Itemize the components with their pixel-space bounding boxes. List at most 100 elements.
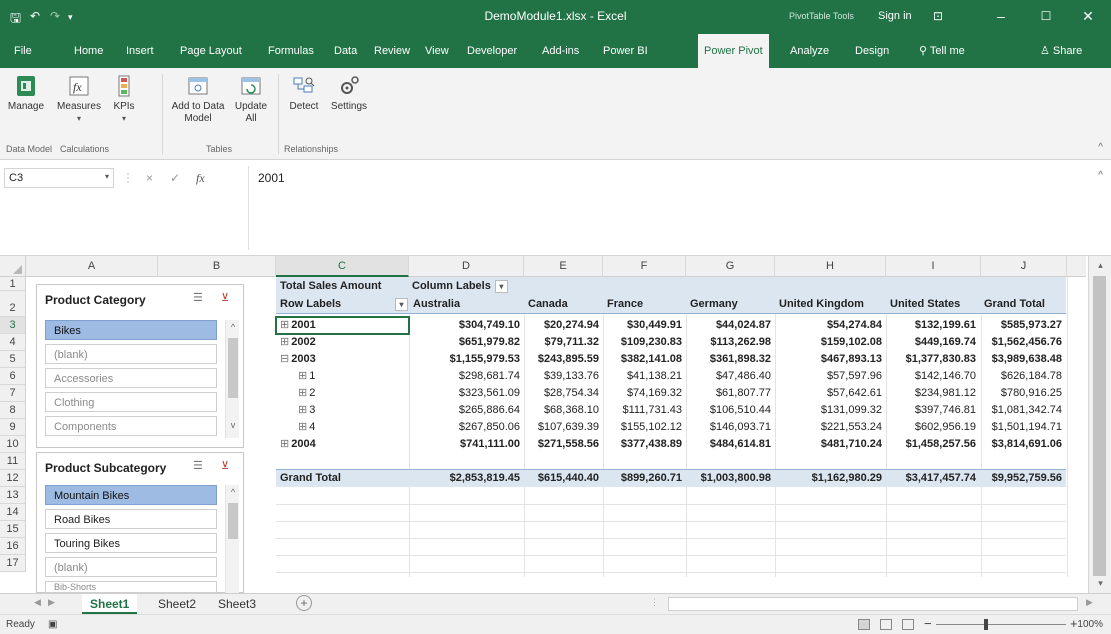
tab-splitter-icon[interactable]: ⋮	[650, 597, 659, 608]
pivot-value-cell[interactable]: $361,898.32	[651, 351, 771, 368]
row-labels-filter[interactable]: Row Labels ▾	[280, 296, 408, 313]
name-box[interactable]: C3 ▾	[4, 168, 114, 188]
page-layout-view-icon[interactable]	[880, 619, 892, 630]
sheet-tab-sheet2[interactable]: Sheet2	[150, 594, 204, 614]
column-header-h[interactable]: H	[775, 256, 886, 277]
tab-file[interactable]: File	[14, 34, 32, 68]
customize-qat-icon[interactable]: ▾	[68, 12, 73, 23]
row-header[interactable]: 7	[0, 385, 26, 402]
expand-icon[interactable]: ⊞	[298, 404, 307, 416]
tab-insert[interactable]: Insert	[126, 34, 154, 68]
minimize-icon[interactable]: ‒	[985, 0, 1017, 34]
slicer-item[interactable]: Clothing	[45, 392, 217, 412]
cancel-icon[interactable]: ×	[146, 171, 153, 185]
column-header-a[interactable]: A	[26, 256, 158, 277]
filter-dropdown-icon[interactable]: ▾	[395, 298, 408, 311]
kpis-button[interactable]: KPIs ▾	[108, 74, 140, 125]
row-header[interactable]: 3	[0, 317, 26, 334]
scroll-right-icon[interactable]: ▶	[1086, 597, 1093, 608]
slicer-item[interactable]: Bikes	[45, 320, 217, 340]
zoom-slider[interactable]	[936, 624, 1066, 625]
filter-dropdown-icon[interactable]: ▾	[494, 279, 508, 293]
column-header-i[interactable]: I	[886, 256, 981, 277]
pivot-row-label[interactable]: ⊞ 1	[298, 368, 315, 385]
chevron-down-icon[interactable]: v	[226, 420, 240, 430]
pivot-value-cell[interactable]: $44,024.87	[651, 317, 771, 334]
row-header[interactable]: 6	[0, 368, 26, 385]
column-header-e[interactable]: E	[524, 256, 603, 277]
collapse-ribbon-icon[interactable]: ^	[1098, 142, 1103, 153]
ribbon-display-icon[interactable]: ⊡	[922, 0, 954, 34]
measures-button[interactable]: fx Measures ▾	[52, 74, 106, 125]
scroll-thumb[interactable]	[1093, 276, 1106, 576]
tab-home[interactable]: Home	[74, 34, 103, 68]
sign-in-link[interactable]: Sign in	[878, 10, 912, 22]
slicer-item[interactable]: Bib-Shorts	[45, 581, 217, 593]
save-icon[interactable]: 🖫	[10, 9, 21, 31]
grand-total-cell[interactable]: $1,003,800.98	[651, 470, 771, 487]
pivot-row-label[interactable]: ⊞ 4	[298, 419, 315, 436]
row-header[interactable]: 1	[0, 277, 26, 291]
slicer-item[interactable]: Road Bikes	[45, 509, 217, 529]
sheet-tab-sheet1[interactable]: Sheet1	[82, 594, 138, 614]
pivot-row-label[interactable]: ⊞ 2	[298, 385, 315, 402]
pivot-value-cell[interactable]: $1,562,456.76	[942, 334, 1062, 351]
tab-design[interactable]: Design	[855, 34, 889, 68]
collapse-icon[interactable]: ⊟	[280, 353, 289, 365]
maximize-icon[interactable]: ☐	[1030, 0, 1062, 34]
multi-select-icon[interactable]: ☰	[193, 291, 203, 304]
close-icon[interactable]: ✕	[1072, 0, 1104, 34]
detect-button[interactable]: Detect	[284, 74, 324, 113]
clear-filter-icon[interactable]: ⊻	[221, 459, 229, 472]
sheet-tab-sheet3[interactable]: Sheet3	[210, 594, 264, 614]
pivot-value-cell[interactable]: $1,081,342.74	[942, 402, 1062, 419]
row-header[interactable]: 5	[0, 351, 26, 368]
pivot-value-cell[interactable]: $3,814,691.06	[942, 436, 1062, 453]
tab-analyze[interactable]: Analyze	[790, 34, 829, 68]
multi-select-icon[interactable]: ☰	[193, 459, 203, 472]
row-header[interactable]: 16	[0, 538, 26, 555]
slicer-item[interactable]: Mountain Bikes	[45, 485, 217, 505]
column-labels-filter[interactable]: Column Labels ▾	[412, 278, 508, 295]
share-button[interactable]: ♙ Share	[1040, 34, 1082, 68]
row-header[interactable]: 8	[0, 402, 26, 419]
add-to-data-model-button[interactable]: Add to Data Model	[168, 74, 228, 125]
pivot-row-label[interactable]: ⊞ 2002	[280, 334, 316, 351]
slicer-item[interactable]: Touring Bikes	[45, 533, 217, 553]
chevron-up-icon[interactable]: ^	[226, 322, 240, 332]
expand-icon[interactable]: ⊞	[280, 336, 289, 348]
macro-record-icon[interactable]: ▣	[48, 619, 57, 630]
pivot-row-label[interactable]: ⊟ 2003	[280, 351, 316, 368]
prev-sheet-icon[interactable]: ◀	[34, 597, 41, 608]
column-header-c[interactable]: C	[276, 256, 409, 277]
expand-icon[interactable]: ⊞	[298, 370, 307, 382]
row-header[interactable]: 13	[0, 487, 26, 504]
expand-icon[interactable]: ⊞	[298, 387, 307, 399]
tab-add-ins[interactable]: Add-ins	[542, 34, 579, 68]
slicer-item[interactable]: Components	[45, 416, 217, 436]
vertical-scrollbar[interactable]: ▴ ▾	[1088, 256, 1111, 593]
column-header-d[interactable]: D	[409, 256, 524, 277]
select-all-corner[interactable]	[0, 256, 26, 277]
row-header[interactable]: 12	[0, 470, 26, 487]
manage-button[interactable]: Manage	[6, 74, 46, 113]
page-break-view-icon[interactable]	[902, 619, 914, 630]
settings-button[interactable]: Settings	[328, 74, 370, 113]
horizontal-scrollbar[interactable]	[668, 597, 1078, 611]
next-sheet-icon[interactable]: ▶	[48, 597, 55, 608]
pivot-row-label[interactable]: ⊞ 2004	[280, 436, 316, 453]
expand-icon[interactable]: ⊞	[298, 421, 307, 433]
collapse-formula-bar-icon[interactable]: ^	[1098, 170, 1103, 181]
zoom-slider-thumb[interactable]	[984, 619, 988, 630]
row-header[interactable]: 11	[0, 453, 26, 470]
clear-filter-icon[interactable]: ⊻	[221, 291, 229, 304]
insert-function-icon[interactable]: fx	[196, 171, 205, 186]
add-sheet-button[interactable]: +	[296, 595, 312, 611]
zoom-out-icon[interactable]: −	[924, 616, 932, 631]
slicer-scrollbar[interactable]: ^	[225, 485, 239, 593]
column-header-g[interactable]: G	[686, 256, 775, 277]
tab-power-pivot[interactable]: Power Pivot	[698, 34, 769, 68]
row-header[interactable]: 2	[0, 291, 26, 317]
scroll-thumb[interactable]	[228, 338, 238, 398]
row-header[interactable]: 10	[0, 436, 26, 453]
